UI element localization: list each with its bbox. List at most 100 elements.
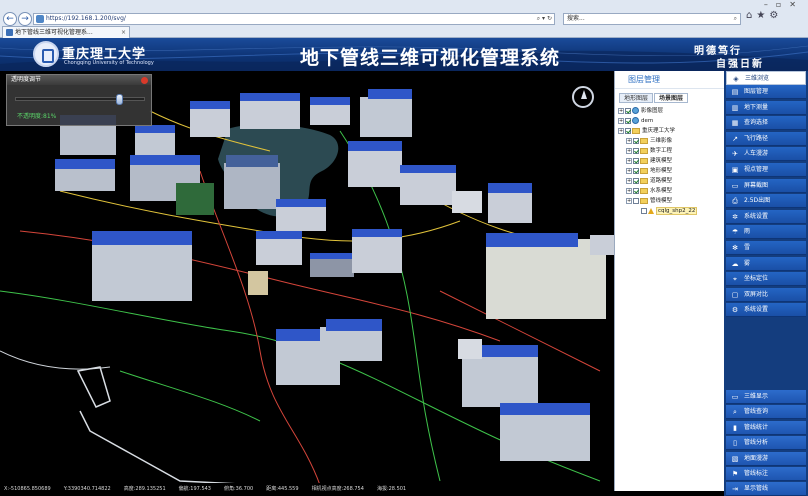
tree-node[interactable]: + 水系模型 bbox=[618, 187, 722, 197]
browser-tab[interactable]: 地下管线三维可视化管理系... × bbox=[2, 26, 130, 38]
expand-icon[interactable]: + bbox=[618, 127, 624, 134]
tree-node[interactable]: + 地形模型 bbox=[618, 167, 722, 177]
menu-item[interactable]: ⎙ 2.5D出图 bbox=[726, 194, 806, 209]
menu-item[interactable]: ▧ 地面漫游 bbox=[726, 451, 806, 466]
menu-item-label: 管线标注 bbox=[744, 470, 769, 477]
menu-item[interactable]: ↗ 飞行路径 bbox=[726, 131, 806, 146]
menu-item[interactable]: ⇥ 显示管线 bbox=[726, 482, 806, 496]
layer-checkbox[interactable] bbox=[633, 177, 639, 184]
tree-node[interactable]: + 管线模型 bbox=[618, 197, 722, 207]
menu-item-label: 雾 bbox=[744, 259, 751, 267]
menu-item-label: 三维显示 bbox=[744, 393, 769, 400]
menu-item[interactable]: ⌖ 坐标定位 bbox=[726, 272, 806, 287]
window-controls[interactable]: –▫✕ bbox=[764, 0, 804, 9]
tree-node[interactable]: + 数字工程 bbox=[618, 147, 722, 157]
layer-checkbox[interactable] bbox=[633, 187, 639, 194]
layer-label: 影像图层 bbox=[641, 108, 664, 114]
tree-node[interactable]: + 三维影像 bbox=[618, 137, 722, 147]
search-icon[interactable]: ⌕ bbox=[734, 14, 737, 24]
status-field: 海拔:28.501 bbox=[376, 486, 407, 492]
close-icon[interactable] bbox=[141, 77, 148, 84]
menu-item[interactable]: ⚑ 管线标注 bbox=[726, 467, 806, 481]
layer-checkbox[interactable] bbox=[625, 117, 631, 124]
3d-viewport[interactable] bbox=[0, 71, 614, 485]
menu-item[interactable]: ▭ 三维显示 bbox=[726, 390, 806, 404]
expand-icon[interactable]: + bbox=[626, 187, 632, 194]
back-button[interactable]: ← bbox=[3, 12, 17, 26]
status-field: 距离:445.559 bbox=[266, 486, 299, 492]
tab-scene-layers[interactable]: 场景图层 bbox=[654, 93, 689, 103]
layer-checkbox[interactable] bbox=[633, 167, 639, 174]
expand-icon[interactable]: + bbox=[626, 147, 632, 154]
slider-handle[interactable] bbox=[115, 94, 123, 105]
menu-item[interactable]: ☂ 雨 bbox=[726, 225, 806, 240]
folder-icon bbox=[640, 137, 648, 144]
menu-item[interactable]: ◈ 三维浏览 bbox=[726, 71, 806, 85]
close-tab-icon[interactable]: × bbox=[121, 27, 126, 38]
tree-node[interactable]: + 影像图层 bbox=[618, 107, 722, 117]
warning-icon bbox=[648, 207, 654, 214]
gear-icon: ⚙ bbox=[731, 306, 739, 315]
exit-icon: ⇥ bbox=[732, 485, 738, 494]
browser-chrome: ← → https://192.168.1.200/svg/ ⌕ ▾ ↻ 搜索.… bbox=[0, 0, 808, 38]
tab-title: 地下管线三维可视化管理系... bbox=[15, 29, 93, 36]
menu-item[interactable]: ▮ 管线统计 bbox=[726, 420, 806, 435]
app-header: 重庆理工大学 Chongqing University of Technolog… bbox=[0, 38, 808, 71]
menu-item-label: 系统设置 bbox=[744, 212, 769, 220]
expand-icon[interactable]: + bbox=[618, 117, 624, 124]
toolbar-icons[interactable]: ⌂★⚙ bbox=[746, 10, 782, 21]
menu-item-label: 双屏对比 bbox=[744, 290, 769, 298]
menu-item[interactable]: ▤ 图层管理 bbox=[726, 85, 806, 99]
menu-item[interactable]: ▭ 屏幕截图 bbox=[726, 178, 806, 193]
layer-label: 管线模型 bbox=[650, 198, 673, 204]
rain-icon: ☂ bbox=[731, 228, 739, 237]
folder-icon bbox=[640, 157, 648, 164]
tree-node[interactable]: + dem bbox=[618, 117, 722, 127]
menu-item-label: 视点管理 bbox=[744, 166, 769, 173]
menu-item[interactable]: ▣ 视点管理 bbox=[726, 163, 806, 177]
tree-node[interactable]: + 建筑模型 bbox=[618, 157, 722, 167]
tab-icon bbox=[6, 29, 13, 36]
menu-item[interactable]: ⌕ 管线查询 bbox=[726, 405, 806, 420]
expand-icon[interactable]: + bbox=[626, 197, 632, 204]
menu-item[interactable]: ✲ 系统设置 bbox=[726, 209, 806, 224]
search-input[interactable]: 搜索... ⌕ bbox=[563, 13, 741, 25]
tree-node[interactable]: + 重庆理工大学 bbox=[618, 127, 722, 137]
campus-3d-scene[interactable] bbox=[0, 71, 614, 485]
menu-item[interactable]: ▦ 查询选择 bbox=[726, 116, 806, 131]
menu-item[interactable]: ▯ 管线分析 bbox=[726, 436, 806, 451]
expand-icon[interactable]: + bbox=[626, 177, 632, 184]
layer-checkbox[interactable] bbox=[641, 207, 647, 214]
layer-checkbox[interactable] bbox=[633, 197, 639, 204]
address-bar[interactable]: https://192.168.1.200/svg/ ⌕ ▾ ↻ bbox=[33, 13, 555, 25]
expand-icon[interactable]: + bbox=[626, 167, 632, 174]
building bbox=[92, 231, 192, 301]
menu-item[interactable]: ☁ 雾 bbox=[726, 256, 806, 271]
school-english-name: Chongqing University of Technology bbox=[64, 60, 154, 66]
menu-item[interactable]: ▥ 地下测量 bbox=[726, 100, 806, 115]
road-outline bbox=[76, 366, 261, 485]
expand-icon[interactable]: + bbox=[626, 157, 632, 164]
forward-button[interactable]: → bbox=[18, 12, 32, 26]
layer-checkbox[interactable] bbox=[633, 137, 639, 144]
layer-checkbox[interactable] bbox=[625, 127, 631, 134]
menu-item[interactable]: ✻ 雪 bbox=[726, 241, 806, 255]
expand-icon[interactable]: + bbox=[626, 137, 632, 144]
layer-checkbox[interactable] bbox=[625, 107, 631, 114]
refresh-icon[interactable]: ⌕ ▾ ↻ bbox=[537, 14, 552, 24]
camera-icon: ▭ bbox=[731, 181, 739, 190]
expand-icon[interactable]: + bbox=[618, 107, 624, 114]
layer-checkbox[interactable] bbox=[633, 147, 639, 154]
compass-icon[interactable] bbox=[572, 86, 594, 108]
site-icon bbox=[36, 15, 44, 23]
tab-terrain-layers[interactable]: 地形图层 bbox=[619, 93, 654, 103]
layer-checkbox[interactable] bbox=[633, 157, 639, 164]
menu-item[interactable]: ⚙ 系统设置 bbox=[726, 303, 806, 318]
tree-node[interactable]: cqlg_shp2_22 bbox=[618, 207, 722, 217]
menu-item[interactable]: ✈ 人车漫游 bbox=[726, 147, 806, 162]
building bbox=[488, 183, 532, 223]
opacity-slider[interactable] bbox=[15, 94, 145, 105]
menu-item[interactable]: ▢ 双屏对比 bbox=[726, 287, 806, 302]
tree-node[interactable]: + 道路模型 bbox=[618, 177, 722, 187]
monitor-icon: ▭ bbox=[731, 393, 739, 401]
